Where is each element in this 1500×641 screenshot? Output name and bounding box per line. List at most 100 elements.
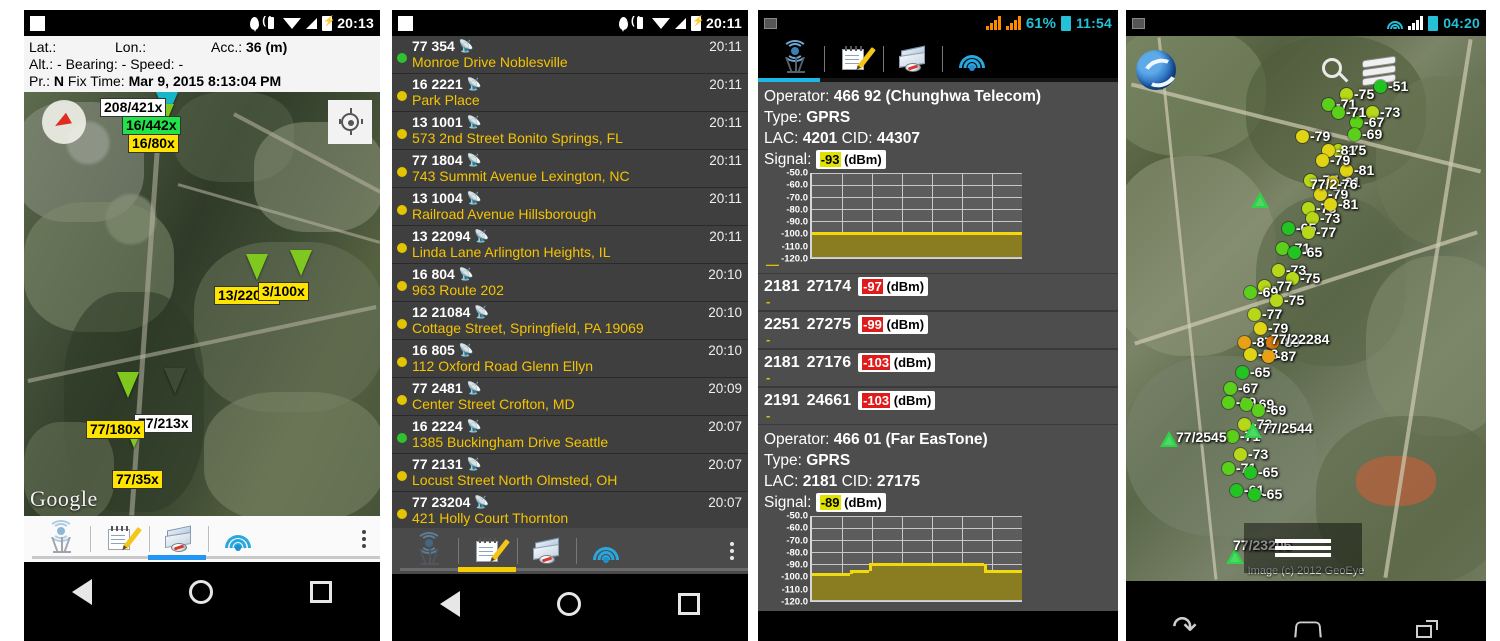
signal-marker[interactable] [1244,466,1257,479]
cell-label[interactable]: 77/22284 [1271,331,1329,347]
signal-marker[interactable] [1230,484,1243,497]
tab-cell-tower[interactable] [766,39,824,79]
cell-tower-marker[interactable] [1251,192,1269,208]
neighbor-row[interactable]: 2181 27174 -97 (dBm) - [758,273,1118,311]
home-button[interactable] [1294,621,1322,638]
log-list[interactable]: 77 354 📡 20:11 Monroe Drive Noblesville 16 2… [392,36,748,528]
google-earth-button[interactable] [1136,50,1176,90]
menu-button[interactable] [1244,523,1362,573]
cell-tower-marker[interactable] [1244,422,1262,438]
log-row[interactable]: 77 1804 📡 20:11 743 Summit Avenue Lexington… [392,150,748,188]
signal-marker[interactable] [1248,488,1261,501]
log-row[interactable]: 16 2221 📡 20:11 Park Place [392,74,748,112]
signal-marker[interactable] [1282,222,1295,235]
neighbor-cid: 27174 [806,277,852,295]
tab-cell-tower[interactable] [400,531,458,571]
map-marker[interactable] [117,372,139,398]
chart-y-tick: -120.0 [781,253,808,265]
map-marker[interactable] [290,250,312,276]
signal-marker[interactable] [1316,154,1329,167]
signal-marker[interactable] [1262,350,1275,363]
signal-marker[interactable] [1226,430,1239,443]
status-dot [397,509,407,519]
signal-marker[interactable] [1236,366,1249,379]
back-button[interactable] [440,591,461,617]
marker-label[interactable]: 77/35x [112,470,163,489]
tab-log[interactable] [459,531,517,571]
cell-label[interactable]: 77/2-76 [1310,176,1357,192]
signal-marker[interactable] [1296,130,1309,143]
log-row[interactable]: 77 354 📡 20:11 Monroe Drive Noblesville [392,36,748,74]
signal-marker[interactable] [1244,286,1257,299]
log-row[interactable]: 77 2481 📡 20:09 Center Street Crofton, MD [392,378,748,416]
signal-marker[interactable] [1288,246,1301,259]
signal-marker[interactable] [1248,308,1261,321]
tab-wifi[interactable] [209,519,267,559]
cell-id: 13 1001 [412,114,463,130]
gps-map[interactable]: 208/421x 16/442x 16/80x 13/2209x 3/100x … [24,92,380,516]
map-marker[interactable] [246,254,268,280]
overflow-menu-button[interactable] [362,527,366,551]
log-row[interactable]: 13 1001 📡 20:11 573 2nd Street Bonito Sprin… [392,112,748,150]
log-row[interactable]: 13 1004 📡 20:11 Railroad Avenue Hillsboroug… [392,188,748,226]
back-button[interactable] [1174,620,1200,638]
overflow-menu-button[interactable] [730,539,734,563]
my-location-button[interactable] [328,100,372,144]
log-row[interactable]: 16 804 📡 20:10 963 Route 202 [392,264,748,302]
map-marker[interactable] [164,368,186,394]
back-button[interactable] [72,579,93,605]
cell-info-list[interactable]: Operator: 466 92 (Chunghwa Telecom) Type… [758,82,1118,611]
cell-id: 13 1004 [412,190,463,206]
earth-map[interactable]: -75-51-71-73-67-71-79-69-75-81-81-79-77-… [1126,36,1486,581]
log-row[interactable]: 77 2131 📡 20:07 Locust Street North Olmsted… [392,454,748,492]
recents-button[interactable] [1416,620,1439,638]
tab-map[interactable] [150,519,208,559]
log-time: 20:11 [709,114,742,130]
tab-cell-tower[interactable] [32,519,90,559]
marker-label[interactable]: 77/180x [86,420,145,439]
signal-marker[interactable] [1332,106,1345,119]
signal-marker[interactable] [1348,128,1361,141]
signal-marker[interactable] [1244,348,1257,361]
signal-marker-label: -79 [1310,128,1331,144]
recents-button[interactable] [309,581,332,603]
signal-marker-label: -75 [1300,270,1321,286]
neighbor-cell-list[interactable]: 2181 27174 -97 (dBm) -2251 27275 -99 (dBm) -21… [758,273,1118,425]
home-button[interactable] [188,580,213,604]
log-row[interactable]: 77 23204 📡 20:07 421 Holly Court Thornton [392,492,748,528]
neighbor-row[interactable]: 2251 27275 -99 (dBm) - [758,311,1118,349]
signal-marker[interactable] [1374,80,1387,93]
marker-label[interactable]: 16/80x [128,134,179,153]
marker-label[interactable]: 208/421x [100,98,167,117]
tab-map[interactable] [518,531,576,571]
signal-marker[interactable] [1222,462,1235,475]
cid-label: CID: [841,473,873,490]
battery-percent: 61% [1025,14,1056,32]
tab-wifi[interactable] [577,531,635,571]
tab-wifi[interactable] [943,39,1001,79]
log-row[interactable]: 16 2224 📡 20:07 1385 Buckingham Drive Seatt… [392,416,748,454]
signal-marker[interactable] [1222,396,1235,409]
neighbor-row[interactable]: 2181 27176 -103 (dBm) - [758,349,1118,387]
tab-log[interactable] [91,519,149,559]
signal-label: Signal: [764,494,812,511]
tab-map[interactable] [884,39,942,79]
satellite-icon: 📡 [466,457,482,471]
neighbor-row[interactable]: 2191 24661 -103 (dBm) - [758,387,1118,425]
signal-marker[interactable] [1272,264,1285,277]
log-row[interactable]: 16 805 📡 20:10 112 Oxford Road Glenn Ellyn [392,340,748,378]
marker-label[interactable]: 3/100x [258,282,309,301]
satellite-icon: 📡 [466,191,482,205]
tab-log[interactable] [825,39,883,79]
compass-icon[interactable] [42,100,86,144]
cell-label[interactable]: 77/2545 [1176,429,1227,445]
recents-button[interactable] [677,593,700,615]
log-row[interactable]: 12 21084 📡 20:10 Cottage Street, Springfiel… [392,302,748,340]
signal-marker[interactable] [1302,226,1315,239]
log-row[interactable]: 13 22094 📡 20:11 Linda Lane Arlington Heigh… [392,226,748,264]
home-button[interactable] [556,592,581,616]
search-button[interactable] [1322,58,1352,88]
cell-label[interactable]: 77/2544 [1262,420,1313,436]
marker-label[interactable]: 16/442x [122,116,181,135]
signal-marker-label: -75 [1284,292,1305,308]
